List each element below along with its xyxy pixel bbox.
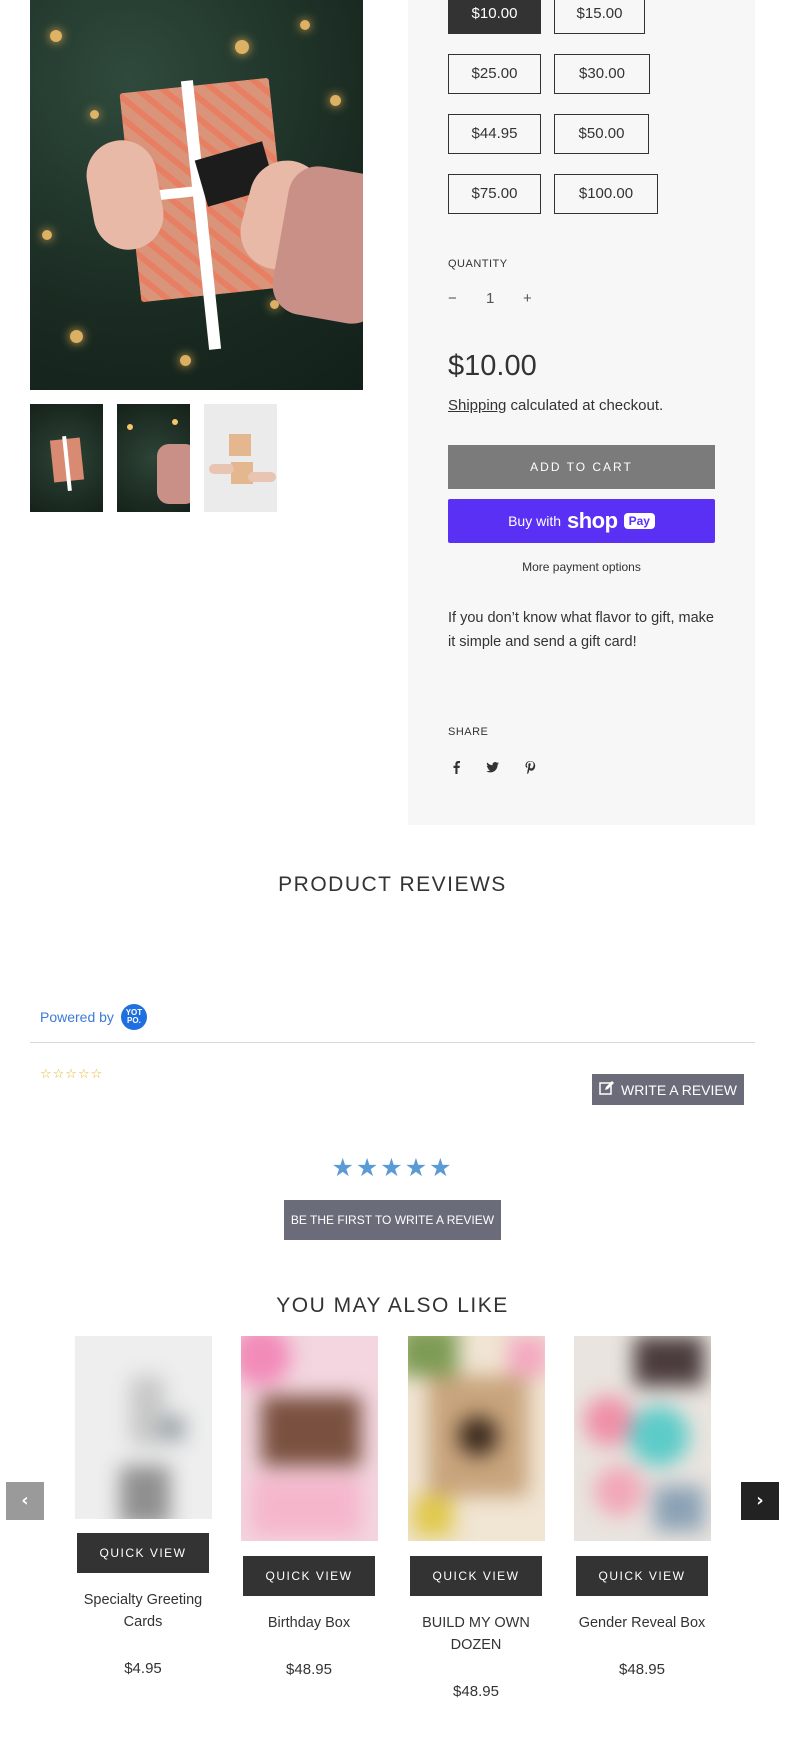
- amount-option-100[interactable]: $100.00: [554, 174, 658, 214]
- share-label: SHARE: [448, 726, 489, 738]
- product-image-birthday-box[interactable]: [241, 1336, 378, 1541]
- rating-stars-placeholder: ★★★★★: [331, 1153, 454, 1182]
- quick-view-button-4[interactable]: QUICK VIEW: [576, 1556, 708, 1596]
- yotpo-logo: YOT PO.: [120, 1004, 147, 1030]
- amount-option-15[interactable]: $15.00: [554, 0, 645, 34]
- product-image-build-dozen[interactable]: [408, 1336, 545, 1541]
- quantity-label: QUANTITY: [448, 258, 508, 270]
- powered-by-text: Powered by: [40, 1009, 114, 1025]
- shop-pay-button[interactable]: Buy with shop Pay: [448, 499, 715, 543]
- pinterest-icon[interactable]: [522, 760, 538, 778]
- product-image-gender-reveal[interactable]: [574, 1336, 711, 1541]
- quantity-decrease-button[interactable]: −: [448, 290, 457, 307]
- product-description: If you don’t know what flavor to gift, m…: [448, 610, 714, 650]
- product-price-4: $48.95: [619, 1661, 665, 1678]
- pay-logo: Pay: [623, 513, 655, 529]
- twitter-icon[interactable]: [485, 760, 501, 778]
- shipping-link[interactable]: Shipping: [448, 397, 506, 414]
- product-price: $10.00: [448, 350, 537, 382]
- product-name-3[interactable]: BUILD MY OWN DOZEN: [401, 1612, 551, 1656]
- reviews-divider: [30, 1042, 755, 1043]
- add-to-cart-button[interactable]: ADD TO CART: [448, 445, 715, 489]
- amount-option-44-95[interactable]: $44.95: [448, 114, 541, 154]
- shipping-text: calculated at checkout.: [506, 397, 664, 414]
- amount-option-30[interactable]: $30.00: [554, 54, 650, 94]
- quantity-input[interactable]: 1: [486, 290, 494, 307]
- product-price-2: $48.95: [286, 1661, 332, 1678]
- edit-icon: [599, 1081, 615, 1098]
- thumbnail-1[interactable]: [30, 404, 103, 512]
- carousel-next-button[interactable]: ›: [741, 1482, 779, 1520]
- product-main-image[interactable]: [30, 0, 363, 390]
- product-name-4[interactable]: Gender Reveal Box: [567, 1612, 717, 1634]
- product-price-1: $4.95: [124, 1660, 162, 1677]
- quick-view-button-2[interactable]: QUICK VIEW: [243, 1556, 375, 1596]
- quick-view-button-3[interactable]: QUICK VIEW: [410, 1556, 542, 1596]
- amount-option-50[interactable]: $50.00: [554, 114, 649, 154]
- facebook-icon[interactable]: [448, 760, 464, 778]
- amount-option-10[interactable]: $10.00: [448, 0, 541, 34]
- also-like-heading: YOU MAY ALSO LIKE: [276, 1294, 509, 1317]
- amount-option-75[interactable]: $75.00: [448, 174, 541, 214]
- powered-by-yotpo[interactable]: Powered by YOT PO.: [40, 1004, 147, 1030]
- thumbnail-3[interactable]: [204, 404, 277, 512]
- product-price-3: $48.95: [453, 1683, 499, 1700]
- shipping-note: Shipping calculated at checkout.: [448, 397, 663, 414]
- more-payment-options-link[interactable]: More payment options: [448, 560, 715, 574]
- quick-view-button-1[interactable]: QUICK VIEW: [77, 1533, 209, 1573]
- thumbnail-2[interactable]: [117, 404, 190, 512]
- write-review-label: WRITE A REVIEW: [621, 1081, 737, 1098]
- carousel-prev-button[interactable]: ‹: [6, 1482, 44, 1520]
- product-image-greeting-cards[interactable]: [75, 1336, 212, 1519]
- product-reviews-heading: PRODUCT REVIEWS: [278, 873, 507, 896]
- buy-with-text: Buy with: [508, 513, 561, 529]
- product-name-2[interactable]: Birthday Box: [234, 1612, 384, 1634]
- product-name-1[interactable]: Specialty Greeting Cards: [68, 1589, 218, 1633]
- empty-rating-stars: ☆☆☆☆☆: [40, 1067, 104, 1082]
- quantity-increase-button[interactable]: +: [523, 290, 532, 307]
- product-info-panel: $10.00 $15.00 $25.00 $30.00 $44.95 $50.0…: [408, 0, 755, 825]
- write-review-button[interactable]: WRITE A REVIEW: [592, 1074, 744, 1105]
- first-review-button[interactable]: BE THE FIRST TO WRITE A REVIEW: [284, 1200, 501, 1240]
- amount-option-25[interactable]: $25.00: [448, 54, 541, 94]
- shop-logo: shop: [567, 508, 618, 533]
